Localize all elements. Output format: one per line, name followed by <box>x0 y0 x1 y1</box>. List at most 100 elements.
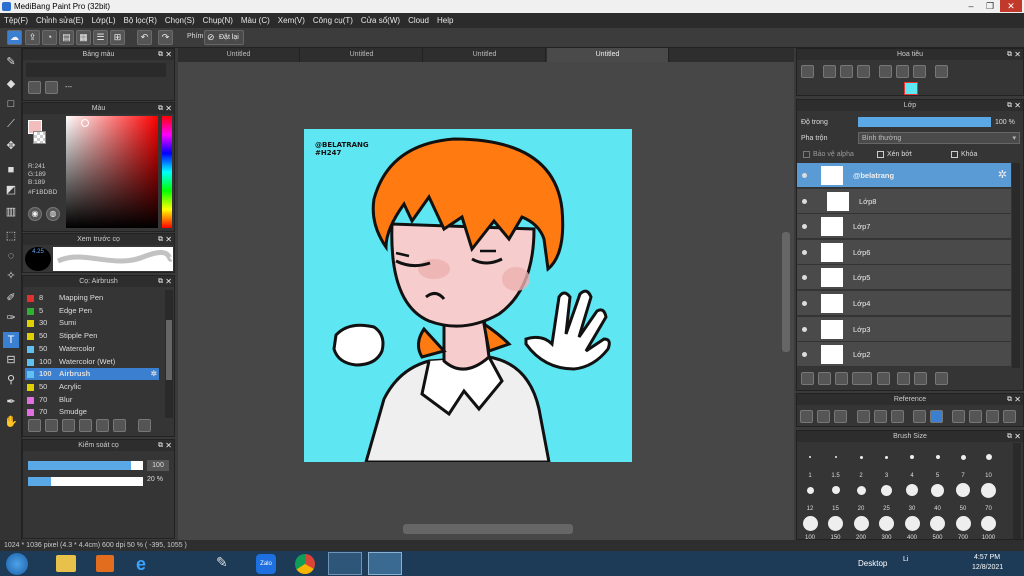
menu-tools[interactable]: Công cụ(T) <box>313 16 353 25</box>
saturation-value-picker[interactable] <box>66 116 158 228</box>
rotate-right-icon[interactable] <box>913 65 926 78</box>
desktop-toolbar-label[interactable]: Desktop <box>858 559 887 568</box>
redo-icon[interactable]: ↷ <box>158 30 173 45</box>
trash-icon[interactable] <box>138 419 151 432</box>
brush-item[interactable]: 50 Stipple Pen <box>25 330 159 342</box>
menu-help[interactable]: Help <box>437 16 453 25</box>
eyedropper-icon[interactable]: ⚲ <box>3 372 19 388</box>
folder-icon[interactable] <box>96 419 109 432</box>
tab-untitled-1[interactable]: Untitled <box>178 48 300 62</box>
size-slider[interactable] <box>28 461 143 470</box>
hand-icon[interactable] <box>930 410 943 423</box>
layer-row[interactable]: Lớp3 <box>797 316 1011 342</box>
brush-size-option[interactable]: 20 <box>850 476 872 512</box>
fit-icon[interactable] <box>874 410 887 423</box>
dock-icon[interactable]: ⧉ <box>158 440 163 451</box>
brush-size-option[interactable]: 12 <box>799 476 821 512</box>
visibility-icon[interactable] <box>802 198 807 204</box>
layer-scrollbar[interactable] <box>1012 163 1020 368</box>
brush-size-option[interactable]: 400 <box>901 509 923 541</box>
layer-row[interactable]: Lớp5 <box>797 265 1011 291</box>
brush-item[interactable]: 70 Smudge <box>25 406 159 416</box>
menu-window[interactable]: Cửa sổ(W) <box>361 16 400 25</box>
visibility-icon[interactable] <box>802 352 807 358</box>
maximize-button[interactable]: ❐ <box>981 0 999 12</box>
dock-icon[interactable]: ⧉ <box>1007 100 1012 111</box>
zoom-out-icon[interactable] <box>857 65 870 78</box>
paint-icon[interactable]: ✎ <box>216 554 236 574</box>
visibility-icon[interactable] <box>802 275 807 281</box>
brush-size-option[interactable]: 50 <box>952 476 974 512</box>
move-tool-icon[interactable]: ✥ <box>3 138 19 154</box>
brush-size-option[interactable]: 40 <box>927 476 949 512</box>
horizontal-scroll-thumb[interactable] <box>403 524 573 534</box>
tab-untitled-3[interactable]: Untitled <box>424 48 546 62</box>
reset-view-icon[interactable] <box>896 65 909 78</box>
select-eraser-icon[interactable]: ✑ <box>3 310 19 326</box>
minimize-button[interactable]: – <box>962 0 980 12</box>
brush-size-option[interactable]: 1 <box>799 443 821 479</box>
folder-add-icon[interactable] <box>113 419 126 432</box>
close-icon[interactable]: ✕ <box>165 440 172 451</box>
brush-scrollbar[interactable] <box>165 290 173 418</box>
dock-icon[interactable]: ⧉ <box>1007 394 1012 405</box>
tab-untitled-4[interactable]: Untitled <box>547 48 669 62</box>
color-mix-icon[interactable]: ◍ <box>46 207 60 221</box>
menu-file[interactable]: Tệp(F) <box>4 16 28 25</box>
brush-size-option[interactable]: 3 <box>876 443 898 479</box>
merge-down-icon[interactable] <box>914 372 927 385</box>
vertical-scroll-thumb[interactable] <box>782 232 790 352</box>
export-icon[interactable]: ⇪ <box>25 30 40 45</box>
clip-checkbox[interactable] <box>877 151 884 158</box>
layer-row[interactable]: Lớp7 <box>797 214 1011 240</box>
brush-size-option[interactable]: 150 <box>825 509 847 541</box>
flip-icon[interactable] <box>935 65 948 78</box>
close-icon[interactable]: ✕ <box>1014 100 1021 111</box>
reset-view-icon[interactable] <box>969 410 982 423</box>
brush-item[interactable]: 5 Edge Pen <box>25 305 159 317</box>
hand-tool-icon[interactable]: ✋ <box>3 414 19 430</box>
tab-untitled-2[interactable]: Untitled <box>301 48 423 62</box>
visibility-icon[interactable] <box>802 249 807 255</box>
explorer-icon[interactable] <box>56 555 76 572</box>
navigator-thumbnail[interactable] <box>904 82 918 95</box>
chrome-icon[interactable] <box>295 554 315 574</box>
dock-icon[interactable]: ⧉ <box>1007 49 1012 60</box>
flip-icon[interactable] <box>1003 410 1016 423</box>
dock-icon[interactable]: ⧉ <box>158 276 163 287</box>
brush-item[interactable]: 50 Acrylic <box>25 381 159 393</box>
line-tool-icon[interactable]: ⟋ <box>3 116 19 132</box>
layer-row[interactable]: @belatrang ✲ <box>797 163 1011 188</box>
cloud-icon[interactable]: ☁ <box>7 30 22 45</box>
lasso-tool-icon[interactable]: ◌ <box>3 248 19 264</box>
dock-icon[interactable]: ⧉ <box>158 103 163 114</box>
close-icon[interactable]: ✕ <box>1014 49 1021 60</box>
brush-settings-icon[interactable] <box>79 419 92 432</box>
size-value[interactable]: 100 <box>147 460 169 471</box>
brush-size-scrollbar[interactable] <box>1013 443 1021 539</box>
cloud-upload-icon[interactable] <box>800 410 813 423</box>
layer-row[interactable]: Lớp8 <box>797 188 1011 214</box>
menu-capture[interactable]: Chụp(N) <box>203 16 233 25</box>
menu-view[interactable]: Xem(V) <box>278 16 305 25</box>
select-pen-icon[interactable]: ✐ <box>3 290 19 306</box>
zoom-out-icon[interactable] <box>891 410 904 423</box>
brush-size-option[interactable]: 5 <box>927 443 949 479</box>
rotate-left-icon[interactable] <box>879 65 892 78</box>
lock-checkbox[interactable] <box>951 151 958 158</box>
language-indicator[interactable]: Li <box>903 556 908 563</box>
brush-item[interactable]: 30 Sumi <box>25 317 159 329</box>
blend-mode-select[interactable]: Bình thường ▾ <box>858 132 1020 144</box>
start-button[interactable] <box>6 553 28 575</box>
scroll-thumb[interactable] <box>166 320 172 380</box>
fit-icon[interactable] <box>840 65 853 78</box>
brush-size-option[interactable]: 2 <box>850 443 872 479</box>
clock-time[interactable]: 4:57 PM <box>974 554 1000 561</box>
layer-row[interactable]: Lớp6 <box>797 239 1011 265</box>
medibang-window-button[interactable] <box>368 552 402 575</box>
undo-icon[interactable]: ↶ <box>137 30 152 45</box>
new-file-icon[interactable] <box>28 81 41 94</box>
new-brush-icon[interactable] <box>45 419 58 432</box>
visibility-icon[interactable] <box>802 326 807 332</box>
select-tool-icon[interactable]: ⬚ <box>3 228 19 244</box>
